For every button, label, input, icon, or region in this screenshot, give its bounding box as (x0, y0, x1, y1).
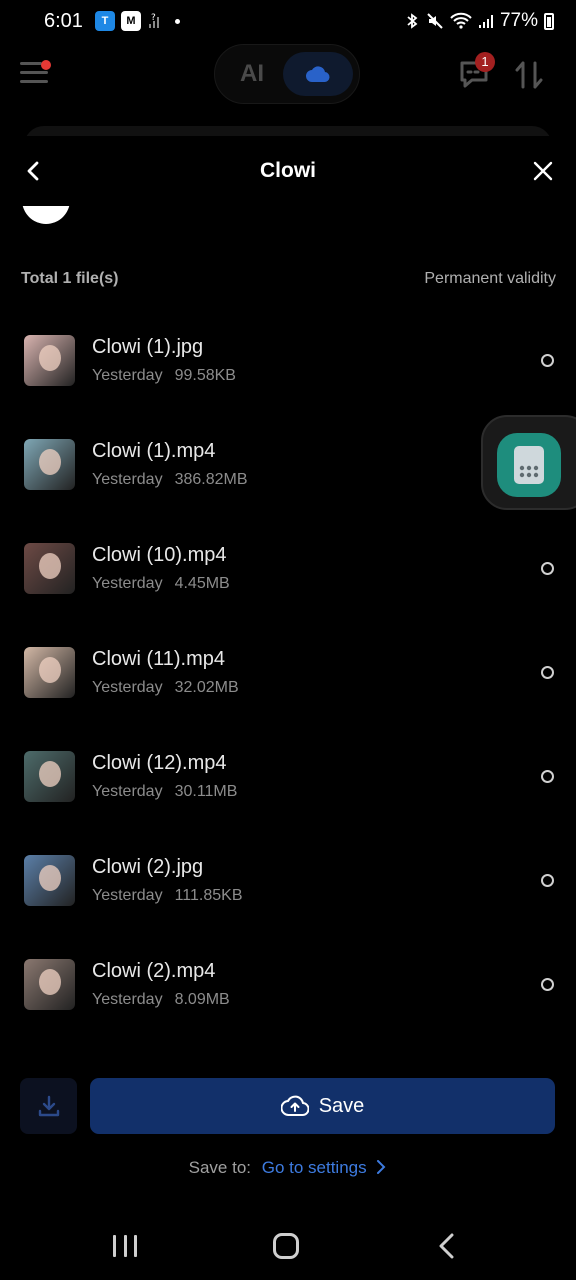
list-item[interactable]: Clowi (2).mp4 Yesterday 8.09MB (0, 932, 576, 1036)
status-time: 6:01 (44, 9, 83, 32)
file-date: Yesterday (92, 574, 163, 592)
file-thumbnail (24, 438, 75, 490)
bluetooth-icon (407, 13, 418, 29)
nav-back-icon[interactable] (436, 1233, 458, 1259)
list-item[interactable]: Clowi (10).mp4 Yesterday 4.45MB (0, 516, 576, 620)
mute-icon (427, 13, 443, 29)
file-size: 8.09MB (174, 990, 230, 1008)
file-name: Clowi (2).jpg (92, 855, 204, 878)
home-button[interactable] (273, 1233, 299, 1259)
file-thumbnail (24, 750, 75, 802)
file-thumbnail (24, 646, 75, 698)
file-name: Clowi (11).mp4 (92, 647, 225, 670)
transfer-icon[interactable] (514, 60, 544, 90)
list-item[interactable]: Clowi (11).mp4 Yesterday 32.02MB (0, 620, 576, 724)
sheet-title: Clowi (260, 159, 316, 182)
select-radio[interactable] (541, 874, 554, 887)
wifi-icon (450, 12, 472, 29)
validity-label: Permanent validity (424, 270, 556, 287)
keypad-card-icon (514, 446, 544, 484)
file-date: Yesterday (92, 782, 163, 800)
close-icon[interactable] (532, 160, 554, 182)
select-radio[interactable] (541, 770, 554, 783)
select-radio[interactable] (541, 562, 554, 575)
sharer-info-peek (0, 206, 576, 226)
more-notifications-dot (174, 18, 180, 24)
file-thumbnail (24, 542, 75, 594)
recent-apps-button[interactable] (113, 1235, 137, 1257)
file-size: 32.02MB (174, 678, 239, 696)
go-to-settings-link[interactable]: Go to settings (262, 1158, 367, 1177)
app-header: AI 1 (0, 42, 576, 112)
mode-cloud-tab[interactable] (283, 52, 353, 96)
status-bar: 6:01 T M ? 77% (0, 0, 576, 42)
bottom-action-bar: Save (0, 1078, 576, 1134)
file-name: Clowi (10).mp4 (92, 543, 227, 566)
m-notification-icon: M (120, 11, 141, 31)
file-size: 99.58KB (174, 366, 236, 384)
menu-notification-dot (41, 60, 51, 70)
select-radio[interactable] (541, 666, 554, 679)
list-item[interactable]: Clowi (2).jpg Yesterday 111.85KB (0, 828, 576, 932)
file-name: Clowi (2).mp4 (92, 959, 216, 982)
signal-icon (478, 15, 493, 28)
mode-switch[interactable]: AI (214, 44, 360, 104)
file-date: Yesterday (92, 678, 163, 696)
file-name: Clowi (1).jpg (92, 335, 204, 358)
save-location-row: Save to: Go to settings (0, 1158, 576, 1178)
file-name: Clowi (1).mp4 (92, 439, 216, 462)
chevron-right-icon[interactable] (375, 1160, 387, 1174)
file-thumbnail (24, 958, 75, 1010)
file-date: Yesterday (92, 366, 163, 384)
sharer-avatar (22, 206, 70, 224)
chat-badge: 1 (475, 52, 495, 72)
status-right-icons: 77% (404, 10, 554, 32)
file-size: 386.82MB (174, 470, 248, 488)
save-to-label: Save to: (188, 1158, 251, 1177)
download-button[interactable] (20, 1078, 77, 1134)
file-size: 30.11MB (174, 782, 238, 800)
download-icon (38, 1095, 59, 1117)
select-radio[interactable] (541, 354, 554, 367)
file-size: 111.85KB (174, 886, 243, 904)
save-button-label: Save (318, 1094, 365, 1117)
battery-icon (544, 12, 554, 30)
no-signal-icon: ? (148, 13, 159, 28)
file-thumbnail (24, 854, 75, 906)
mode-ai-tab[interactable]: AI (221, 60, 283, 88)
file-date: Yesterday (92, 990, 163, 1008)
save-button[interactable]: Save (90, 1078, 555, 1134)
total-files-count: Total 1 file(s) (21, 270, 119, 287)
select-radio[interactable] (541, 978, 554, 991)
floating-widget-button[interactable] (497, 433, 561, 497)
list-item[interactable]: Clowi (12).mp4 Yesterday 30.11MB (0, 724, 576, 828)
file-name: Clowi (12).mp4 (92, 751, 227, 774)
file-date: Yesterday (92, 470, 163, 488)
svg-text:?: ? (151, 13, 156, 23)
app-notification-icon: T (94, 11, 115, 31)
sheet-header: Clowi (0, 136, 576, 206)
file-date: Yesterday (92, 886, 163, 904)
battery-percent: 77% (499, 10, 538, 31)
system-nav-bar (0, 1220, 576, 1280)
floating-tool-widget[interactable] (481, 415, 576, 510)
back-icon[interactable] (22, 159, 46, 183)
cloud-upload-icon (280, 1095, 309, 1116)
list-item[interactable]: Clowi (1).jpg Yesterday 99.58KB (0, 308, 576, 412)
file-size: 4.45MB (174, 574, 230, 592)
file-thumbnail (24, 334, 75, 386)
cloud-icon (306, 66, 330, 83)
file-summary: Total 1 file(s) Permanent validity (21, 270, 556, 288)
status-notification-icons: T M ? (94, 11, 163, 31)
